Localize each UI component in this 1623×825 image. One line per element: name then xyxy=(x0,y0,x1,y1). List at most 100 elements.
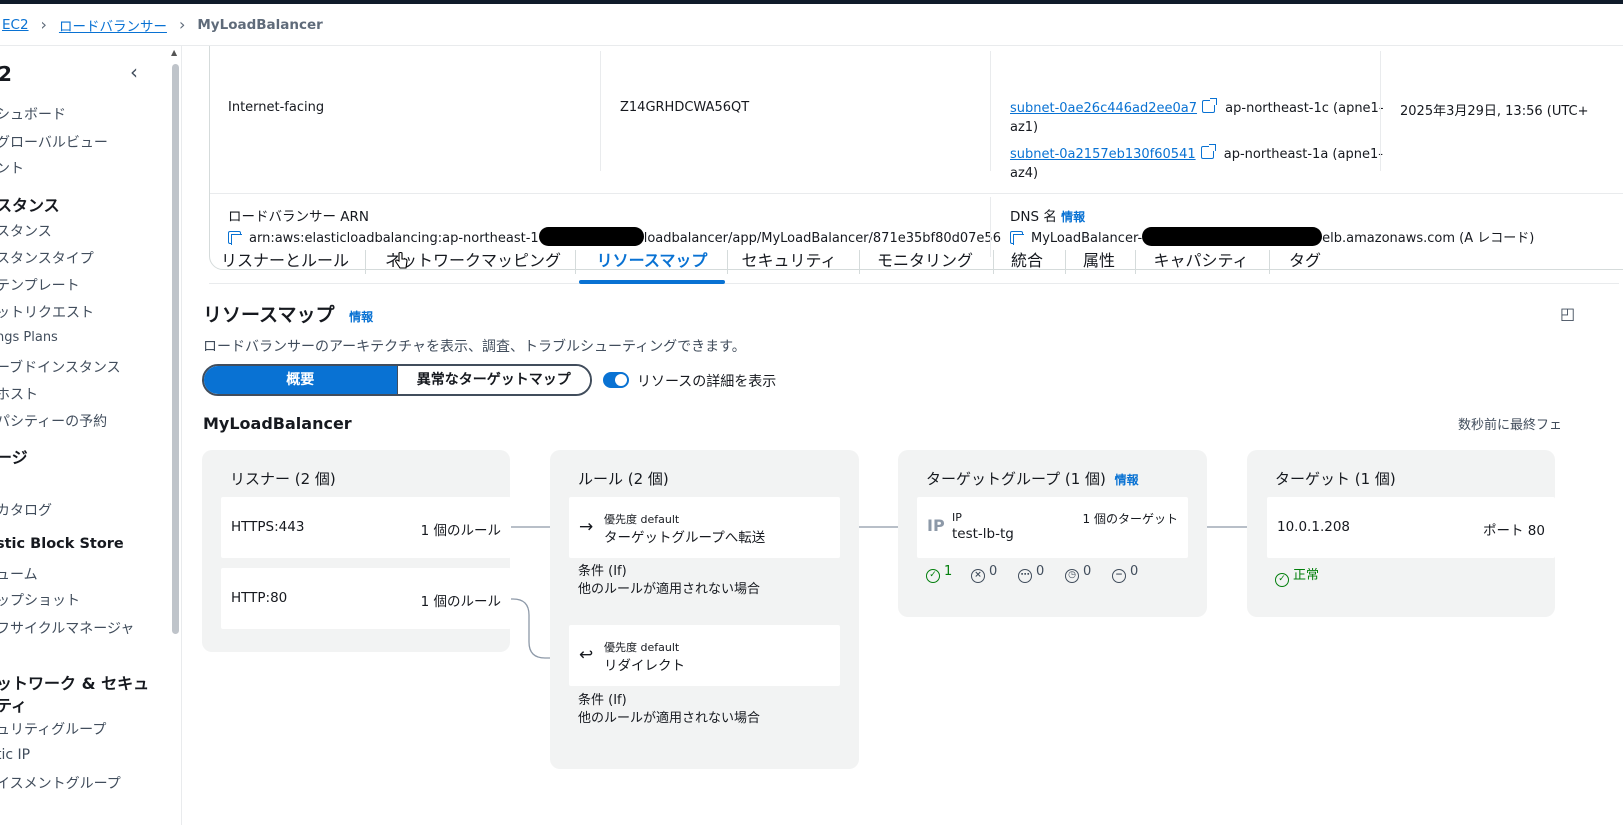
rule-card[interactable]: → 優先度 default ターゲットグループへ転送 xyxy=(569,497,840,558)
tab-divider xyxy=(859,250,860,274)
scroll-up-icon[interactable]: ▲ xyxy=(171,48,180,57)
resource-map-info-link[interactable]: 情報 xyxy=(349,310,373,324)
tab-divider xyxy=(1065,250,1066,274)
sidebar-item-global-view[interactable]: グローバルビュー xyxy=(0,132,108,152)
check-circle-icon: ✓ xyxy=(1275,573,1289,587)
resource-map-description: ロードバランサーのアーキテクチャを表示、調査、トラブルシューティングできます。 xyxy=(203,339,746,355)
sidebar-item-ami-catalog[interactable]: カタログ xyxy=(0,500,52,520)
sidebar-item-instance-types[interactable]: スタンスタイプ xyxy=(0,248,94,268)
sidebar-item-launch-templates[interactable]: テンプレート xyxy=(0,275,80,295)
sidebar-item-spot-requests[interactable]: ットリクエスト xyxy=(0,302,94,322)
external-link-icon[interactable] xyxy=(1202,98,1218,113)
sidebar-item-savings-plans[interactable]: ngs Plans xyxy=(0,330,58,345)
tab-attributes[interactable]: 属性 xyxy=(1079,238,1119,284)
tab-bar: リスナーとルール ネットワークマッピング リソースマップ セキュリティ モニタリ… xyxy=(209,238,1619,284)
listener-rules: 1 個のルール xyxy=(420,523,501,539)
tab-integrations[interactable]: 統合 xyxy=(1007,238,1047,284)
target-groups-info-link[interactable]: 情報 xyxy=(1115,473,1139,487)
unhealthy-count: × 0 xyxy=(971,564,997,583)
ellipsis-circle-icon: ⋯ xyxy=(1018,569,1032,583)
sidebar-section-ebs: stic Block Store xyxy=(0,536,124,552)
redirect-icon: ↩ xyxy=(579,645,594,665)
sidebar-title: 2 xyxy=(0,62,12,86)
tab-divider xyxy=(575,250,576,274)
show-details-label: リソースの詳細を表示 xyxy=(637,374,777,390)
dns-info-link[interactable]: 情報 xyxy=(1061,210,1085,224)
rules-column: ルール (2 個) → 優先度 default ターゲットグループへ転送 条件 … xyxy=(550,450,859,769)
view-segmented-control: 概要 異常なターゲットマップ xyxy=(202,364,592,396)
scheme-value: Internet-facing xyxy=(228,100,325,115)
chevron-right-icon: › xyxy=(178,15,186,34)
hosted-zone-value: Z14GRHDCWA56QT xyxy=(620,100,750,115)
load-balancer-name: MyLoadBalancer xyxy=(203,414,352,433)
listeners-column: リスナー (2 個) HTTPS:443 1 個のルール HTTP:80 1 個… xyxy=(202,450,511,652)
target-groups-column: ターゲットグループ (1 個) 情報 IP IP test-lb-tg 1 個の… xyxy=(898,450,1207,617)
breadcrumb-current: MyLoadBalancer xyxy=(197,16,323,33)
subnet-2-link[interactable]: subnet-0a2157eb130f60541 xyxy=(1010,147,1196,162)
chevron-right-icon: › xyxy=(40,15,47,34)
tab-divider xyxy=(1135,250,1136,274)
sidebar-item-capacity-reservations[interactable]: パシティーの予約 xyxy=(0,411,107,431)
breadcrumb: EC2 › ロードバランサー › MyLoadBalancer xyxy=(0,4,1623,46)
main-content: Internet-facing Z14GRHDCWA56QT subnet-0a… xyxy=(183,46,1623,825)
listener-rules: 1 個のルール xyxy=(420,594,501,610)
chevron-left-icon[interactable]: ‹ xyxy=(130,60,138,84)
subnet-1-az-cont: az1) xyxy=(1010,120,1039,135)
targets-column: ターゲット (1 個) 10.0.1.208 ポート 80 ✓ 正常 xyxy=(1247,450,1555,617)
sidebar-item-instances[interactable]: スタンス xyxy=(0,221,52,241)
tab-monitoring[interactable]: モニタリング xyxy=(875,238,975,284)
listener-card[interactable]: HTTP:80 1 個のルール xyxy=(221,568,511,629)
sidebar-item-dashboard[interactable]: シュボード xyxy=(0,104,66,124)
sidebar-section-instances: スタンス xyxy=(0,196,60,215)
target-card[interactable]: 10.0.1.208 ポート 80 xyxy=(1267,497,1555,558)
draining-count: −0 xyxy=(1112,564,1138,583)
sidebar-item-snapshots[interactable]: ップショット xyxy=(0,590,80,610)
sidebar-item-security-groups[interactable]: ュリティグループ xyxy=(0,719,106,739)
breadcrumb-load-balancers[interactable]: ロードバランサー xyxy=(59,15,167,35)
target-group-card[interactable]: IP IP test-lb-tg 1 個のターゲット xyxy=(917,497,1188,558)
sidebar-item-dedicated-hosts[interactable]: ホスト xyxy=(0,384,38,404)
sidebar-item-events[interactable]: ント xyxy=(0,158,24,178)
rule-priority: 優先度 default xyxy=(604,641,680,654)
rule-card[interactable]: ↩ 優先度 default リダイレクト xyxy=(569,625,840,686)
tab-resource-map[interactable]: リソースマップ xyxy=(579,238,725,284)
target-group-count: 1 個のターゲット xyxy=(1082,512,1178,526)
rule-condition-text: 他のルールが適用されない場合 xyxy=(578,582,761,597)
sidebar-scrollbar[interactable] xyxy=(172,64,179,634)
tab-divider xyxy=(365,250,366,274)
divider xyxy=(600,51,601,171)
sidebar-item-lifecycle-manager[interactable]: フサイクルマネージャ xyxy=(0,618,134,638)
sidebar: 2 ‹ ▲ シュボード グローバルビュー ント スタンス スタンス スタンスタイ… xyxy=(0,46,182,825)
sidebar-item-volumes[interactable]: ューム xyxy=(0,564,38,584)
feedback-icon[interactable]: ◰ xyxy=(1560,304,1575,323)
subnet-1-link[interactable]: subnet-0ae26c446ad2ee0a7 xyxy=(1010,101,1197,116)
subnet-1-az: ap-northeast-1c (apne1- xyxy=(1225,101,1384,116)
segment-overview[interactable]: 概要 xyxy=(204,366,397,394)
listener-card[interactable]: HTTPS:443 1 個のルール xyxy=(221,497,511,558)
sidebar-item-reserved-instances[interactable]: ーブドインスタンス xyxy=(0,357,121,377)
sidebar-item-elastic-ip[interactable]: tic IP xyxy=(0,747,30,763)
breadcrumb-ec2[interactable]: EC2 xyxy=(2,17,29,33)
arrow-right-icon: → xyxy=(579,517,594,537)
sidebar-item-placement-groups[interactable]: イスメントグループ xyxy=(0,773,121,793)
tab-tags[interactable]: タグ xyxy=(1285,238,1325,284)
external-link-icon[interactable] xyxy=(1200,144,1216,159)
resource-map-title: リソースマップ 情報 xyxy=(203,304,374,326)
show-details-toggle[interactable] xyxy=(603,372,629,388)
rule-condition-label: 条件 (If) xyxy=(578,564,627,579)
rules-header: ルール (2 個) xyxy=(578,470,669,488)
check-circle-icon: ✓ xyxy=(926,569,940,583)
sidebar-section-network-security: ットワーク & セキュ xyxy=(0,674,150,693)
tab-divider xyxy=(727,250,728,274)
tab-listeners-rules[interactable]: リスナーとルール xyxy=(221,238,349,284)
listener-name: HTTP:80 xyxy=(231,590,288,606)
target-port: ポート 80 xyxy=(1483,523,1545,539)
tab-capacity[interactable]: キャパシティ xyxy=(1151,238,1251,284)
target-group-name[interactable]: test-lb-tg xyxy=(952,526,1014,542)
minus-circle-icon: − xyxy=(1112,569,1126,583)
tab-security[interactable]: セキュリティ xyxy=(741,238,837,284)
x-circle-icon: × xyxy=(971,569,985,583)
target-groups-header: ターゲットグループ (1 個) xyxy=(926,470,1106,488)
segment-unhealthy-targets[interactable]: 異常なターゲットマップ xyxy=(396,366,590,394)
tab-network-mapping[interactable]: ネットワークマッピング xyxy=(385,238,561,284)
